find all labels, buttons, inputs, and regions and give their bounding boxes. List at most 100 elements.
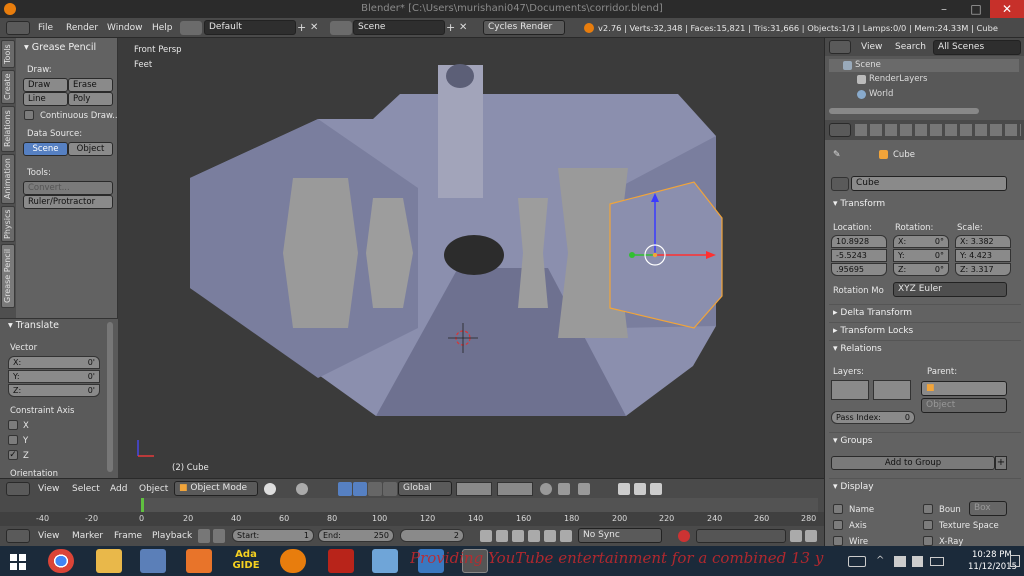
poly-button[interactable]: Poly <box>68 92 113 106</box>
menu-window[interactable]: Window <box>107 23 143 33</box>
line-button[interactable]: Line <box>23 92 68 106</box>
outliner[interactable]: View Search All Scenes Scene RenderLayer… <box>824 38 1024 120</box>
ruler-protractor-button[interactable]: Ruler/Protractor <box>23 195 113 209</box>
parent-type-selector[interactable]: Object <box>921 398 1007 413</box>
snap-target-icon[interactable] <box>578 483 590 495</box>
scale-manipulator-icon[interactable] <box>383 482 397 496</box>
viewport-extra-icon[interactable] <box>650 483 662 495</box>
menu-help[interactable]: Help <box>152 23 173 33</box>
jump-end-icon[interactable] <box>560 530 572 542</box>
layer-buttons-1[interactable] <box>456 482 492 496</box>
tab-tools[interactable]: Tools <box>1 40 15 68</box>
opengl-render-icon[interactable] <box>618 483 630 495</box>
display-panel-title[interactable]: ▾ Display <box>829 478 1021 494</box>
tab-animation[interactable]: Animation <box>1 154 15 204</box>
scale-y-field[interactable]: Y: 4.423 <box>955 249 1011 262</box>
outliner-item-renderlayers[interactable]: RenderLayers <box>829 73 1019 86</box>
render-engine-selector[interactable]: Cycles Render <box>483 20 565 35</box>
pass-index-field[interactable]: Pass Index: 0 <box>831 411 915 424</box>
record-icon[interactable] <box>678 530 690 542</box>
outliner-menu-view[interactable]: View <box>861 42 882 52</box>
3d-viewport[interactable]: Front Persp Feet (2) Cube <box>118 38 824 478</box>
shading-icon[interactable] <box>264 483 276 495</box>
scene-selector[interactable]: Scene <box>353 20 445 35</box>
layout-icon[interactable] <box>180 21 202 35</box>
scale-z-field[interactable]: Z: 3.317 <box>955 263 1011 276</box>
menu-file[interactable]: File <box>38 23 53 33</box>
transform-locks-panel-title[interactable]: ▸ Transform Locks <box>829 322 1021 338</box>
display-wire-checkbox[interactable] <box>833 536 843 546</box>
tl-menu-playback[interactable]: Playback <box>152 531 192 541</box>
viewport-editor-type-icon[interactable] <box>6 482 30 496</box>
proportional-edit-icon[interactable] <box>540 483 552 495</box>
context-tabs[interactable] <box>855 124 1021 136</box>
notifications-icon[interactable] <box>1010 555 1020 567</box>
translate-manipulator-icon[interactable] <box>353 482 367 496</box>
current-frame-marker[interactable] <box>141 498 144 512</box>
network-tray-icon[interactable] <box>894 556 906 567</box>
object-layers-grid-1[interactable] <box>831 380 869 400</box>
lock-icon[interactable] <box>213 529 225 543</box>
tab-physics[interactable]: Physics <box>1 206 15 242</box>
bounds-type-selector[interactable]: Box <box>969 501 1007 516</box>
end-frame-field[interactable]: End: 250 <box>318 529 394 542</box>
gizmo-y-handle[interactable] <box>629 252 635 258</box>
tab-create[interactable]: Create <box>1 70 15 104</box>
maximize-button[interactable]: □ <box>960 0 992 18</box>
data-source-object[interactable]: Object <box>68 142 113 156</box>
preview-range-icon[interactable] <box>198 529 210 543</box>
play-icon[interactable] <box>528 530 540 542</box>
operator-panel-scrollbar[interactable] <box>107 322 113 472</box>
outliner-filter-selector[interactable]: All Scenes <box>933 40 1021 55</box>
tl-menu-marker[interactable]: Marker <box>72 531 103 541</box>
pivot-icon[interactable] <box>296 483 308 495</box>
snap-icon[interactable] <box>558 483 570 495</box>
display-texture-space-checkbox[interactable] <box>923 520 933 530</box>
parent-field[interactable]: ■ <box>921 381 1007 396</box>
pin-icon[interactable]: ✎ <box>833 150 843 160</box>
delete-keyframe-icon[interactable] <box>805 530 817 542</box>
location-y-field[interactable]: -5.5243 <box>831 249 887 262</box>
layer-buttons-2[interactable] <box>497 482 533 496</box>
clock-time[interactable]: 10:28 PM <box>972 550 1012 560</box>
remove-layout-icon[interactable]: ✕ <box>310 21 322 34</box>
outliner-item-world[interactable]: World <box>829 88 1019 101</box>
constraint-z-checkbox[interactable]: ✓ <box>8 450 18 460</box>
rotation-z-field[interactable]: Z: 0° <box>893 263 949 276</box>
keyboard-tray-icon[interactable] <box>848 556 866 567</box>
acrobat-icon[interactable] <box>328 549 354 573</box>
tab-grease-pencil[interactable]: Grease Pencil <box>1 244 15 308</box>
chrome-icon[interactable] <box>48 549 74 573</box>
transform-orientation-selector[interactable]: Global <box>398 481 452 496</box>
vector-x-field[interactable]: X: 0' <box>8 356 100 369</box>
continuous-draw-checkbox[interactable] <box>24 110 34 120</box>
interaction-mode-selector[interactable]: ■ Object Mode <box>174 481 258 496</box>
grease-pencil-panel-title[interactable]: ▾ Grease Pencil <box>24 42 96 53</box>
data-source-scene[interactable]: Scene <box>23 142 68 156</box>
menu-render[interactable]: Render <box>66 23 98 33</box>
jump-start-icon[interactable] <box>480 530 492 542</box>
vp-menu-view[interactable]: View <box>38 484 59 494</box>
rotation-x-field[interactable]: X: 0° <box>893 235 949 248</box>
manipulator-icon[interactable] <box>338 482 352 496</box>
display-xray-checkbox[interactable] <box>923 536 933 546</box>
display-axis-checkbox[interactable] <box>833 520 843 530</box>
properties-editor-type-icon[interactable] <box>829 123 851 137</box>
app-icon-2[interactable] <box>372 549 398 573</box>
app-icon-1[interactable] <box>140 549 166 573</box>
rotation-y-field[interactable]: Y: 0° <box>893 249 949 262</box>
outliner-item-scene[interactable]: Scene <box>829 59 1019 72</box>
transform-panel-title[interactable]: ▾ Transform <box>829 196 1021 212</box>
rotate-manipulator-icon[interactable] <box>368 482 382 496</box>
scene-icon[interactable] <box>330 21 352 35</box>
prev-keyframe-icon[interactable] <box>496 530 508 542</box>
timeline-editor-type-icon[interactable] <box>6 529 30 543</box>
erase-button[interactable]: Erase <box>68 78 113 92</box>
battery-tray-icon[interactable] <box>930 557 944 566</box>
tl-menu-view[interactable]: View <box>38 531 59 541</box>
add-to-group-button[interactable]: Add to Group <box>831 456 995 470</box>
convert-button[interactable]: Convert... <box>23 181 113 195</box>
add-group-icon[interactable]: + <box>995 456 1007 470</box>
insert-keyframe-icon[interactable] <box>790 530 802 542</box>
vector-y-field[interactable]: Y: 0' <box>8 370 100 383</box>
